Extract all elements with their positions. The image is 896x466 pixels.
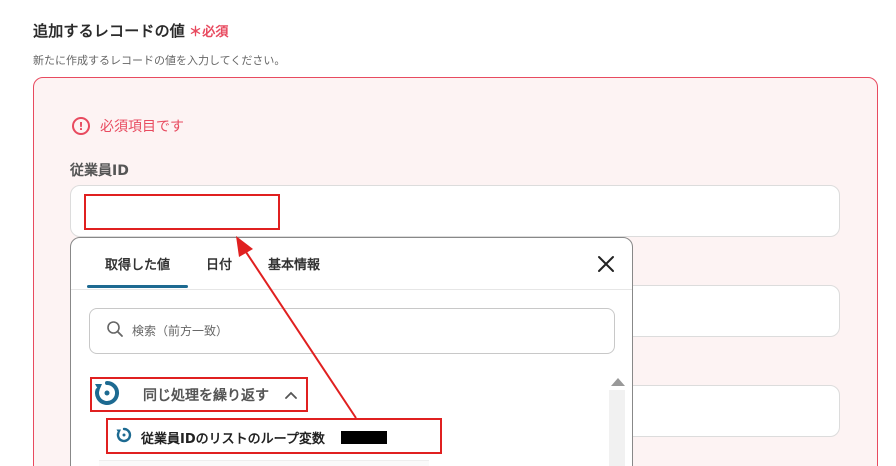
search-input[interactable] xyxy=(132,324,572,338)
tabs-divider xyxy=(71,289,632,290)
error-message: 必須項目です xyxy=(100,119,184,135)
highlight-item-box xyxy=(106,418,442,454)
search-box xyxy=(89,308,615,354)
required-mark: ＊必須 xyxy=(189,25,229,40)
highlight-group-box xyxy=(90,377,308,412)
scroll-up-arrow[interactable] xyxy=(611,378,625,386)
error-row: ! 必須項目です xyxy=(72,116,184,136)
tab-date[interactable]: 日付 xyxy=(188,238,250,288)
highlight-input-box xyxy=(84,194,280,230)
tab-basic-info[interactable]: 基本情報 xyxy=(250,238,338,288)
close-icon[interactable] xyxy=(594,252,618,276)
search-icon xyxy=(106,320,124,342)
next-list-item[interactable] xyxy=(99,460,429,466)
section-title-text: 追加するレコードの値 xyxy=(33,22,186,40)
popup-tabs: 取得した値 日付 基本情報 xyxy=(87,238,338,288)
tab-acquired-values[interactable]: 取得した値 xyxy=(87,238,189,288)
scrollbar-track[interactable] xyxy=(609,390,625,466)
exclamation-circle-icon: ! xyxy=(72,117,90,135)
section-description: 新たに作成するレコードの値を入力してください。 xyxy=(33,54,286,67)
section-title: 追加するレコードの値 ＊必須 xyxy=(33,20,229,41)
field-label: 従業員ID xyxy=(70,163,129,179)
